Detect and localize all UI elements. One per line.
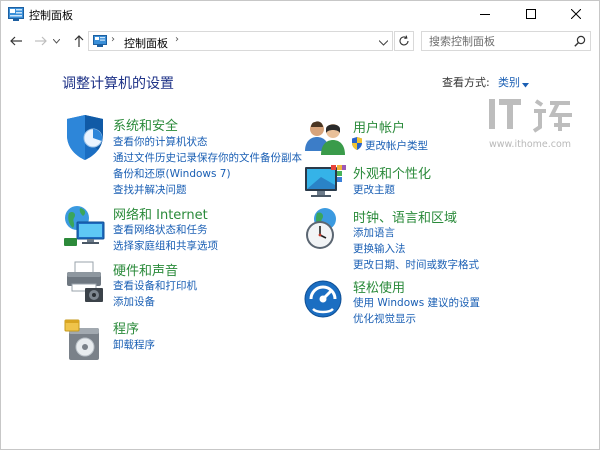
- uac-shield-icon: [351, 137, 363, 150]
- link-optimize-display[interactable]: 优化视觉显示: [353, 311, 416, 326]
- printer-icon[interactable]: [63, 260, 107, 304]
- refresh-button[interactable]: [394, 31, 414, 51]
- close-icon: [571, 9, 581, 19]
- link-change-theme[interactable]: 更改主题: [353, 182, 395, 197]
- minimize-button[interactable]: [462, 1, 508, 27]
- page-title: 调整计算机的设置: [62, 76, 174, 92]
- link-devices-printers[interactable]: 查看设备和打印机: [113, 278, 197, 293]
- arrow-right-icon: [35, 36, 47, 46]
- shield-icon[interactable]: [63, 115, 107, 160]
- link-change-date-time-format[interactable]: 更改日期、时间或数字格式: [353, 257, 479, 272]
- close-button[interactable]: [553, 1, 599, 27]
- monitor-palette-icon[interactable]: [303, 163, 347, 207]
- arrow-left-icon: [10, 36, 22, 46]
- up-button[interactable]: [70, 32, 88, 50]
- view-by-dropdown[interactable]: 类别: [498, 74, 520, 90]
- search-box[interactable]: [421, 31, 591, 51]
- link-backup-restore[interactable]: 备份和还原(Windows 7): [113, 166, 231, 181]
- caret-down-icon[interactable]: [522, 78, 529, 88]
- recent-locations-button[interactable]: [51, 32, 61, 50]
- breadcrumb-item[interactable]: 控制面板: [124, 35, 168, 51]
- forward-button[interactable]: [32, 32, 50, 50]
- programs-icon[interactable]: [63, 318, 107, 362]
- link-change-account-type[interactable]: 更改帐户类型: [365, 138, 428, 153]
- category-heading-appearance[interactable]: 外观和个性化: [353, 163, 431, 182]
- window-title: 控制面板: [29, 9, 73, 22]
- back-button[interactable]: [7, 32, 25, 50]
- breadcrumb-chevron-icon[interactable]: ›: [111, 34, 115, 45]
- chevron-down-icon: [52, 38, 60, 44]
- ithome-url-watermark: www.ithome.com: [489, 139, 572, 150]
- refresh-icon: [399, 35, 409, 46]
- search-input[interactable]: [422, 32, 577, 50]
- breadcrumb-chevron-icon[interactable]: ›: [175, 34, 179, 45]
- maximize-icon: [526, 9, 536, 19]
- link-homegroup-sharing[interactable]: 选择家庭组和共享选项: [113, 238, 218, 253]
- link-network-status[interactable]: 查看网络状态和任务: [113, 222, 208, 237]
- link-troubleshoot[interactable]: 查找并解决问题: [113, 182, 187, 197]
- minimize-icon: [480, 14, 490, 15]
- category-heading-programs[interactable]: 程序: [113, 318, 139, 337]
- users-icon[interactable]: [303, 117, 347, 161]
- category-heading-network-internet[interactable]: 网络和 Internet: [113, 204, 208, 223]
- category-heading-clock-language-region[interactable]: 时钟、语言和区域: [353, 207, 457, 226]
- chevron-down-icon: [378, 40, 389, 46]
- clock-globe-icon[interactable]: [303, 207, 347, 251]
- address-dropdown-button[interactable]: [378, 36, 389, 46]
- link-uninstall-program[interactable]: 卸载程序: [113, 337, 155, 352]
- navigation-bar: › 控制面板 ›: [1, 29, 599, 55]
- link-recommended-settings[interactable]: 使用 Windows 建议的设置: [353, 295, 480, 310]
- link-add-language[interactable]: 添加语言: [353, 225, 395, 240]
- link-add-device[interactable]: 添加设备: [113, 294, 155, 309]
- ithome-logo: [486, 95, 578, 135]
- link-view-computer-status[interactable]: 查看你的计算机状态: [113, 134, 208, 149]
- control-panel-window: 控制面板 › 控制面板 › 搜索控制面板 调整计算机的设置 查看方式: 类别 系…: [0, 0, 600, 450]
- category-heading-hardware-sound[interactable]: 硬件和声音: [113, 260, 178, 279]
- category-heading-ease-of-access[interactable]: 轻松使用: [353, 277, 405, 296]
- title-bar[interactable]: 控制面板: [1, 1, 599, 27]
- control-panel-icon: [93, 35, 107, 47]
- address-bar[interactable]: › 控制面板 ›: [88, 31, 393, 51]
- category-heading-system-security[interactable]: 系统和安全: [113, 115, 178, 134]
- arrow-up-icon: [74, 35, 84, 47]
- link-file-history[interactable]: 通过文件历史记录保存你的文件备份副本: [113, 150, 302, 165]
- view-by-label: 查看方式:: [442, 76, 490, 89]
- category-heading-user-accounts[interactable]: 用户帐户: [353, 117, 405, 136]
- link-change-input-method[interactable]: 更换输入法: [353, 241, 406, 256]
- network-globe-icon[interactable]: [63, 204, 107, 248]
- search-icon[interactable]: [574, 35, 586, 47]
- ease-of-access-icon[interactable]: [303, 277, 347, 321]
- maximize-button[interactable]: [508, 1, 554, 27]
- control-panel-icon: [8, 7, 24, 21]
